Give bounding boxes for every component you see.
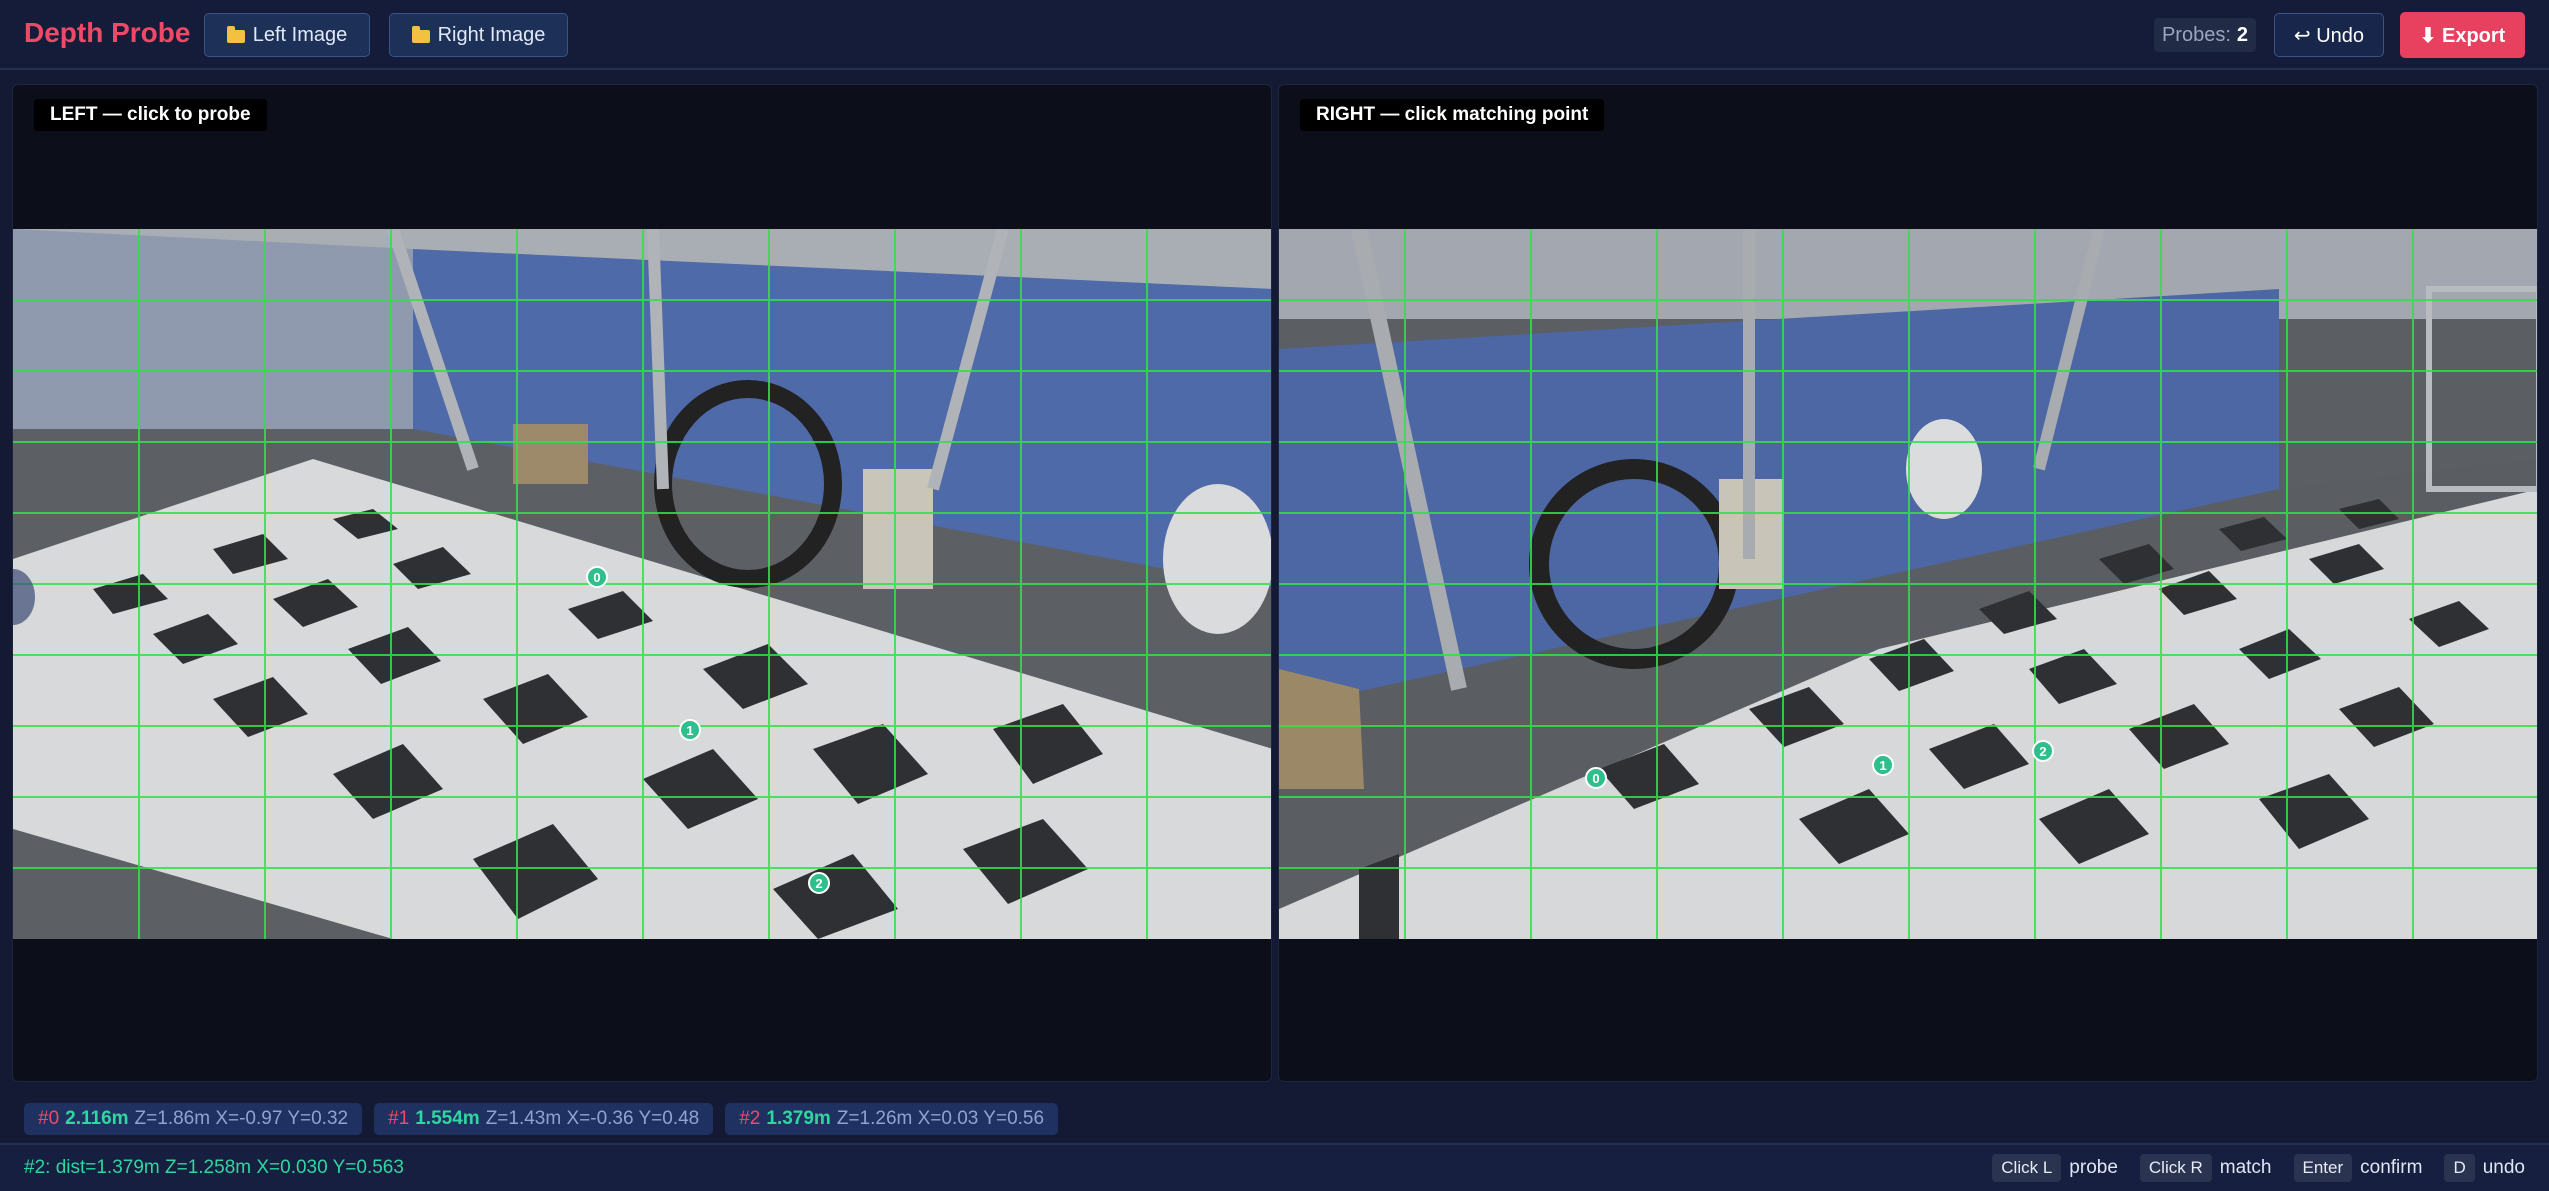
probe-marker-right-1[interactable]: 1	[1872, 754, 1894, 776]
shortcut-action: match	[2219, 1157, 2272, 1178]
probe-chip[interactable]: #2 1.379m Z=1.26m X=0.03 Y=0.56	[725, 1103, 1059, 1135]
probe-marker-left-0[interactable]: 0	[586, 566, 608, 588]
left-panel-label: LEFT — click to probe	[34, 99, 267, 131]
export-button-label: ⬇ Export	[2419, 24, 2506, 47]
left-image-button-label: Left Image	[252, 23, 348, 46]
shortcut-action: probe	[2069, 1157, 2118, 1178]
undo-button-label: ↩ Undo	[2293, 24, 2365, 47]
folder-icon	[411, 25, 430, 43]
shortcut-key: Click L	[1992, 1154, 2062, 1182]
right-stereo-image[interactable]	[1279, 229, 2538, 939]
left-image-panel[interactable]: LEFT — click to probe 0 1 2	[12, 84, 1272, 1082]
probe-chip[interactable]: #0 2.116m Z=1.86m X=-0.97 Y=0.32	[24, 1103, 363, 1135]
probe-chip-detail: Z=1.26m X=0.03 Y=0.56	[836, 1108, 1045, 1129]
probe-chip-detail: Z=1.43m X=-0.36 Y=0.48	[485, 1108, 700, 1129]
probe-results-list: #0 2.116m Z=1.86m X=-0.97 Y=0.32 #1 1.55…	[24, 1103, 1059, 1135]
probe-marker-left-2[interactable]: 2	[808, 872, 830, 894]
top-bar: Depth Probe Left Image Right Image Probe…	[0, 0, 2549, 70]
status-bar: #2: dist=1.379m Z=1.258m X=0.030 Y=0.563…	[0, 1143, 2549, 1191]
probes-count: 2	[2236, 23, 2249, 46]
right-panel-label: RIGHT — click matching point	[1300, 99, 1605, 131]
export-button[interactable]: ⬇ Export	[2400, 12, 2525, 58]
undo-button[interactable]: ↩ Undo	[2274, 13, 2384, 57]
probe-chip-distance: 1.379m	[766, 1108, 831, 1129]
shortcut-key: D	[2444, 1154, 2475, 1182]
left-stereo-image[interactable]	[13, 229, 1272, 939]
folder-icon	[226, 25, 245, 43]
status-text: #2: dist=1.379m Z=1.258m X=0.030 Y=0.563	[24, 1157, 404, 1178]
probe-chip-distance: 1.554m	[415, 1108, 480, 1129]
shortcut-action: undo	[2482, 1157, 2525, 1178]
probe-chip-id: #1	[388, 1108, 410, 1129]
left-image-button[interactable]: Left Image	[204, 13, 370, 57]
probe-chip-id: #2	[739, 1108, 761, 1129]
right-image-button-label: Right Image	[437, 23, 546, 46]
probe-chip-detail: Z=1.86m X=-0.97 Y=0.32	[134, 1108, 349, 1129]
app-title: Depth Probe	[24, 17, 191, 48]
probe-marker-right-0[interactable]: 0	[1585, 767, 1607, 789]
probes-counter: Probes: 2	[2154, 18, 2256, 52]
probe-marker-left-1[interactable]: 1	[679, 719, 701, 741]
shortcut-action: confirm	[2360, 1157, 2423, 1178]
probes-label: Probes:	[2161, 23, 2231, 46]
right-image-panel[interactable]: RIGHT — click matching point 0 1 2	[1278, 84, 2538, 1082]
right-image-button[interactable]: Right Image	[389, 13, 568, 57]
probe-chip-id: #0	[38, 1108, 60, 1129]
shortcut-key: Click R	[2139, 1154, 2212, 1182]
keyboard-shortcuts: Click L probe Click R match Enter confir…	[1992, 1154, 2525, 1182]
probe-marker-right-2[interactable]: 2	[2032, 740, 2054, 762]
shortcut-key: Enter	[2293, 1154, 2353, 1182]
probe-chip-distance: 2.116m	[65, 1108, 129, 1129]
probe-chip[interactable]: #1 1.554m Z=1.43m X=-0.36 Y=0.48	[374, 1103, 714, 1135]
